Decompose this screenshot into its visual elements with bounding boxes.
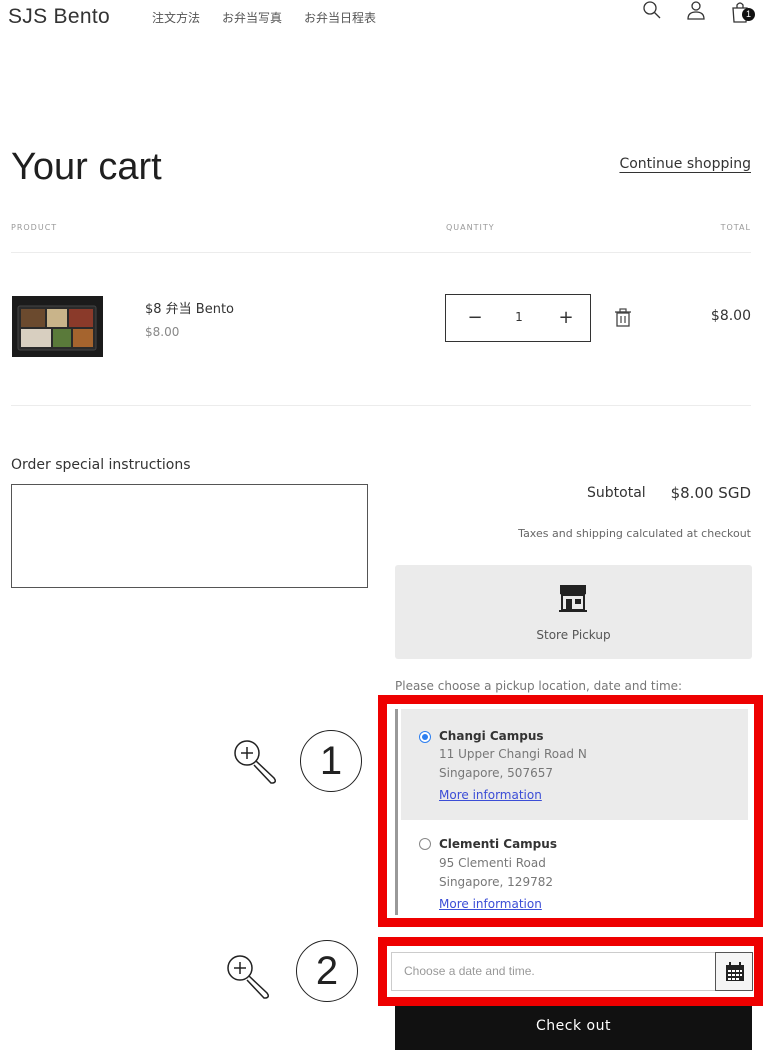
cart-count-badge: 1 xyxy=(742,8,755,21)
special-instructions-textarea[interactable] xyxy=(11,484,368,588)
special-instructions-label: Order special instructions xyxy=(11,457,191,473)
zoom-in-icon xyxy=(227,955,270,999)
tax-note: Taxes and shipping calculated at checkou… xyxy=(518,527,751,540)
account-icon[interactable] xyxy=(684,0,708,24)
store-icon xyxy=(559,585,587,612)
nav-item-bento-schedule[interactable]: お弁当日程表 xyxy=(304,9,376,26)
checkout-button[interactable]: Check out xyxy=(395,1006,752,1050)
location-city: Singapore, 129782 xyxy=(439,875,553,889)
store-pickup-option[interactable]: Store Pickup xyxy=(395,565,752,659)
quantity-input[interactable]: 1 xyxy=(509,310,529,324)
step-2-badge: 2 xyxy=(296,940,358,1002)
location-address: 95 Clementi Road xyxy=(439,856,546,870)
increase-quantity-button[interactable]: + xyxy=(556,307,576,328)
decrease-quantity-button[interactable]: − xyxy=(465,307,485,328)
product-price: $8.00 xyxy=(145,325,180,339)
location-radio-changi[interactable] xyxy=(419,731,431,743)
pickup-prompt: Please choose a pickup location, date an… xyxy=(395,679,683,693)
column-header-quantity: QUANTITY xyxy=(446,223,495,232)
trash-icon[interactable] xyxy=(614,308,632,328)
nav-item-order-method[interactable]: 注文方法 xyxy=(152,9,200,26)
divider xyxy=(11,252,751,253)
location-address: 11 Upper Changi Road N xyxy=(439,747,587,761)
location-option-clementi[interactable]: Clementi Campus 95 Clementi Road Singapo… xyxy=(398,820,745,915)
pickup-location-list: Changi Campus 11 Upper Changi Road N Sin… xyxy=(395,709,748,915)
store-pickup-label: Store Pickup xyxy=(536,628,611,642)
product-name[interactable]: $8 弁当 Bento xyxy=(145,298,234,317)
column-header-product: PRODUCT xyxy=(11,223,58,232)
subtotal-label: Subtotal xyxy=(587,485,646,501)
quantity-stepper: − 1 + xyxy=(445,294,591,342)
main-nav: 注文方法 お弁当写真 お弁当日程表 xyxy=(152,9,376,26)
zoom-in-icon xyxy=(234,740,277,784)
location-city: Singapore, 507657 xyxy=(439,766,553,780)
page-title: Your cart xyxy=(11,146,162,188)
location-radio-clementi[interactable] xyxy=(419,838,431,850)
date-picker-highlight: Choose a date and time. xyxy=(378,937,763,1006)
pickup-location-highlight: Changi Campus 11 Upper Changi Road N Sin… xyxy=(378,695,763,927)
continue-shopping-link[interactable]: Continue shopping xyxy=(619,156,751,172)
location-name: Changi Campus xyxy=(439,729,544,743)
column-header-total: TOTAL xyxy=(720,223,751,232)
site-header: SJS Bento 注文方法 お弁当写真 お弁当日程表 1 xyxy=(0,0,765,46)
location-option-changi[interactable]: Changi Campus 11 Upper Changi Road N Sin… xyxy=(398,709,745,820)
nav-item-bento-photos[interactable]: お弁当写真 xyxy=(222,9,282,26)
location-name: Clementi Campus xyxy=(439,837,557,851)
brand-logo[interactable]: SJS Bento xyxy=(8,5,110,29)
step-1-badge: 1 xyxy=(300,730,362,792)
divider xyxy=(11,405,751,406)
location-more-info-link[interactable]: More information xyxy=(439,897,542,911)
date-time-input[interactable]: Choose a date and time. xyxy=(391,952,715,991)
subtotal-value: $8.00 SGD xyxy=(670,484,751,502)
location-more-info-link[interactable]: More information xyxy=(439,788,542,802)
calendar-icon xyxy=(726,962,744,981)
line-total: $8.00 xyxy=(710,308,751,324)
product-image[interactable] xyxy=(12,296,103,357)
search-icon[interactable] xyxy=(640,0,664,24)
calendar-button[interactable] xyxy=(715,952,753,991)
